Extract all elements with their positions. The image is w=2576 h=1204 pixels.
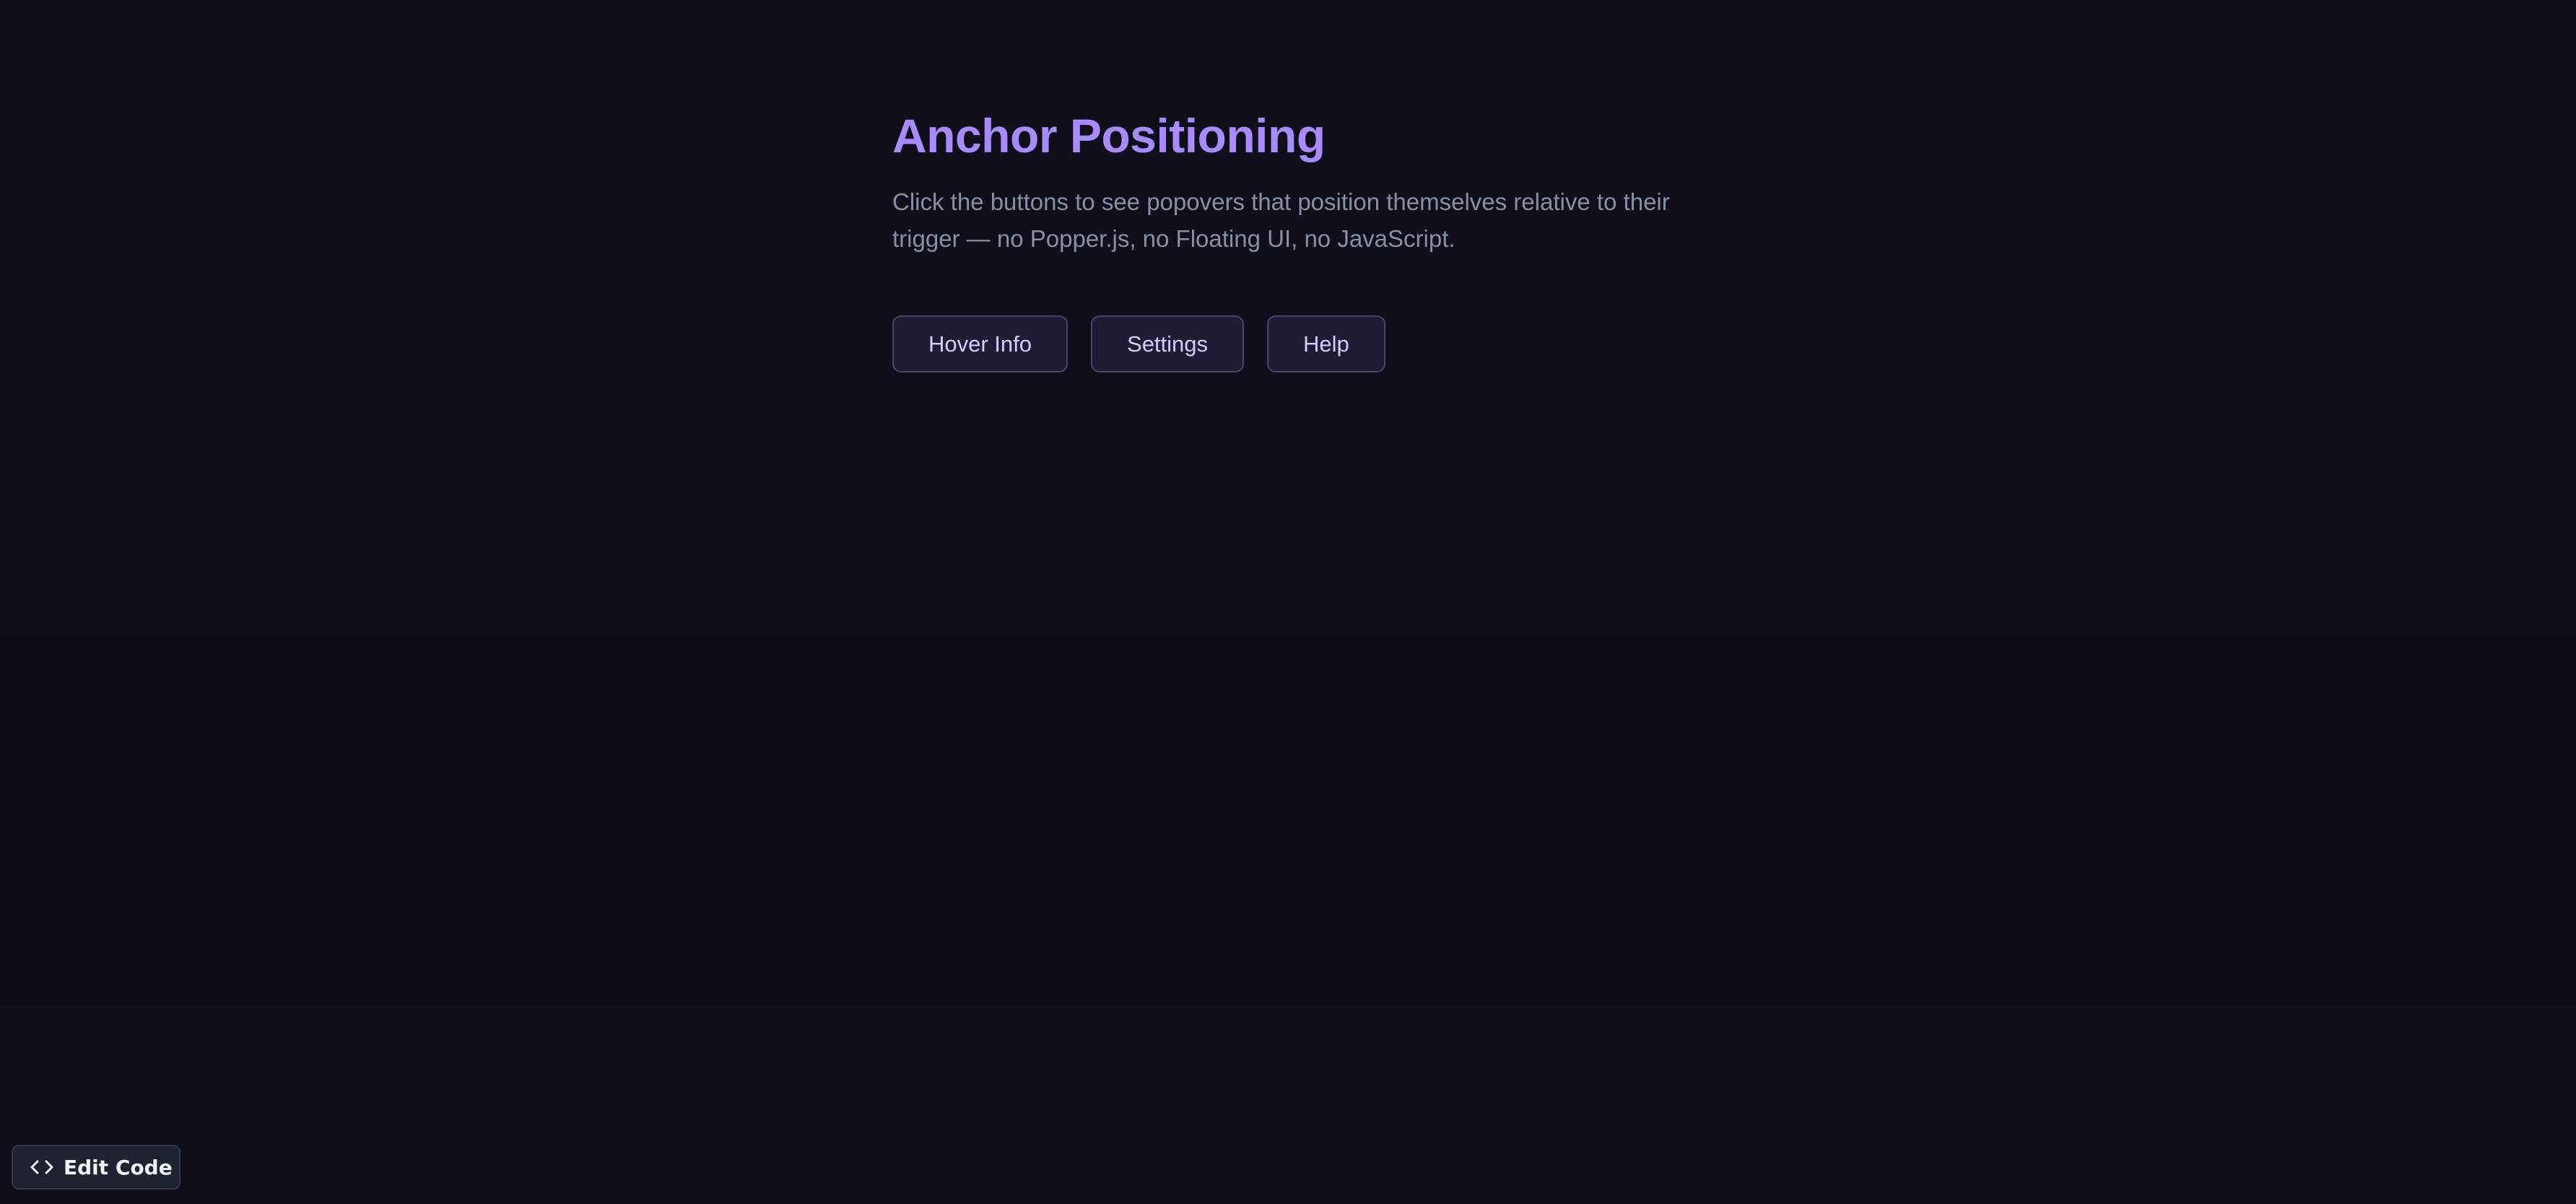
hover-info-button[interactable]: Hover Info [892,315,1069,372]
page-background-bottom [0,1006,2576,1204]
edit-code-button[interactable]: Edit Code [12,1145,180,1190]
settings-button[interactable]: Settings [1091,315,1245,372]
page-background-middle [0,635,2576,1006]
help-button[interactable]: Help [1267,315,1385,372]
page-title: Anchor Positioning [892,109,1326,162]
button-row: Hover Info Settings Help [892,315,1385,372]
edit-code-label: Edit Code [64,1155,173,1179]
page-description: Click the buttons to see popovers that p… [892,188,1670,252]
code-icon [30,1160,53,1174]
